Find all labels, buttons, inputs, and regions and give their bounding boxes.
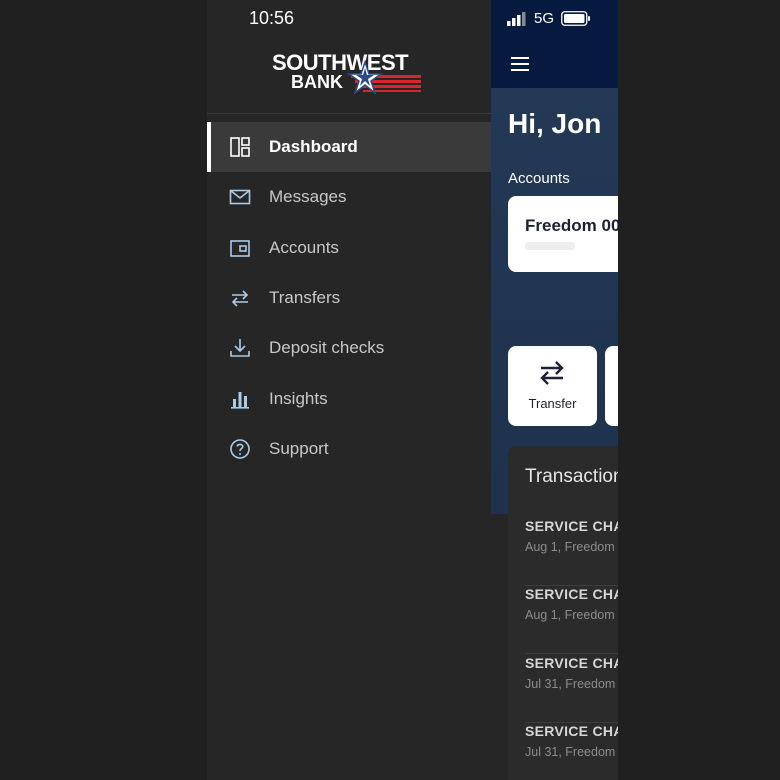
- wallet-icon: [230, 239, 250, 257]
- nav-item-messages[interactable]: Messages: [207, 172, 491, 222]
- status-time: 10:56: [249, 8, 295, 28]
- account-card[interactable]: Freedom 00: [508, 196, 618, 272]
- cellular-signal-icon: [507, 12, 526, 26]
- navigation-drawer: 10:56 SOUTHWEST BANK Dashboard Messages …: [207, 0, 491, 780]
- transaction-description: SERVICE CHA: [525, 723, 618, 739]
- battery-icon: [561, 11, 590, 26]
- transactions-panel: Transactions SERVICE CHA Aug 1, Freedom …: [508, 446, 618, 780]
- bar-chart-icon: [231, 391, 249, 409]
- nav-label-transfers: Transfers: [269, 288, 341, 308]
- drawer-menu: Dashboard Messages Accounts Transfers De…: [207, 122, 491, 474]
- greeting: Hi, Jon: [508, 108, 602, 139]
- account-subtitle-placeholder: [525, 242, 575, 250]
- transfer-arrows-icon: [540, 361, 564, 385]
- dashboard-screen[interactable]: 5G Hi, Jon Accounts Freedom 00 Transfer …: [491, 0, 618, 780]
- download-icon: [230, 339, 250, 358]
- nav-label-deposit-checks: Deposit checks: [269, 338, 385, 358]
- transaction-description: SERVICE CHA: [525, 655, 618, 671]
- account-name: Freedom 00: [525, 216, 618, 235]
- transaction-row[interactable]: SERVICE CHA Aug 1, Freedom: [525, 518, 618, 586]
- nav-item-transfers[interactable]: Transfers: [207, 273, 491, 323]
- nav-item-dashboard[interactable]: Dashboard: [207, 122, 491, 173]
- transaction-description: SERVICE CHA: [525, 586, 618, 602]
- envelope-icon: [229, 190, 251, 205]
- transaction-meta: Aug 1, Freedom: [525, 608, 615, 622]
- question-circle-icon: [230, 439, 250, 459]
- svg-text:BANK: BANK: [291, 72, 343, 92]
- transaction-meta: Jul 31, Freedom: [525, 677, 616, 691]
- transaction-meta: Aug 1, Freedom: [525, 540, 615, 554]
- southwest-bank-logo: SOUTHWEST BANK: [272, 50, 421, 96]
- accounts-heading: Accounts: [508, 170, 570, 187]
- nav-label-accounts: Accounts: [269, 237, 339, 257]
- transaction-row[interactable]: SERVICE CHA Jul 31, Freedom: [525, 723, 618, 780]
- nav-item-insights[interactable]: Insights: [207, 373, 491, 423]
- app-screen: 10:56 SOUTHWEST BANK Dashboard Messages …: [0, 0, 780, 780]
- transaction-row[interactable]: SERVICE CHA Jul 31, Freedom: [525, 655, 618, 723]
- nav-item-accounts[interactable]: Accounts: [207, 223, 491, 273]
- nav-label-dashboard: Dashboard: [269, 137, 358, 157]
- app-header: 5G: [491, 0, 618, 88]
- nav-item-deposit-checks[interactable]: Deposit checks: [207, 323, 491, 373]
- dashboard-icon: [230, 137, 250, 157]
- drawer-divider: [207, 113, 491, 114]
- transfer-arrows-icon: [231, 290, 249, 307]
- network-indicator: 5G: [534, 10, 555, 27]
- transaction-row[interactable]: SERVICE CHA Aug 1, Freedom: [525, 586, 618, 654]
- transaction-description: SERVICE CHA: [525, 518, 618, 534]
- nav-label-messages: Messages: [269, 187, 347, 207]
- nav-label-insights: Insights: [269, 388, 328, 408]
- transfer-quick-action[interactable]: Transfer: [508, 346, 597, 426]
- transfer-label: Transfer: [528, 396, 577, 411]
- nav-item-support[interactable]: Support: [207, 424, 491, 474]
- quick-action-card-partial[interactable]: [605, 346, 618, 426]
- transaction-meta: Jul 31, Freedom: [525, 745, 616, 759]
- transactions-title: Transactions: [525, 466, 618, 487]
- nav-label-support: Support: [269, 438, 329, 458]
- hamburger-menu-icon[interactable]: [511, 56, 529, 72]
